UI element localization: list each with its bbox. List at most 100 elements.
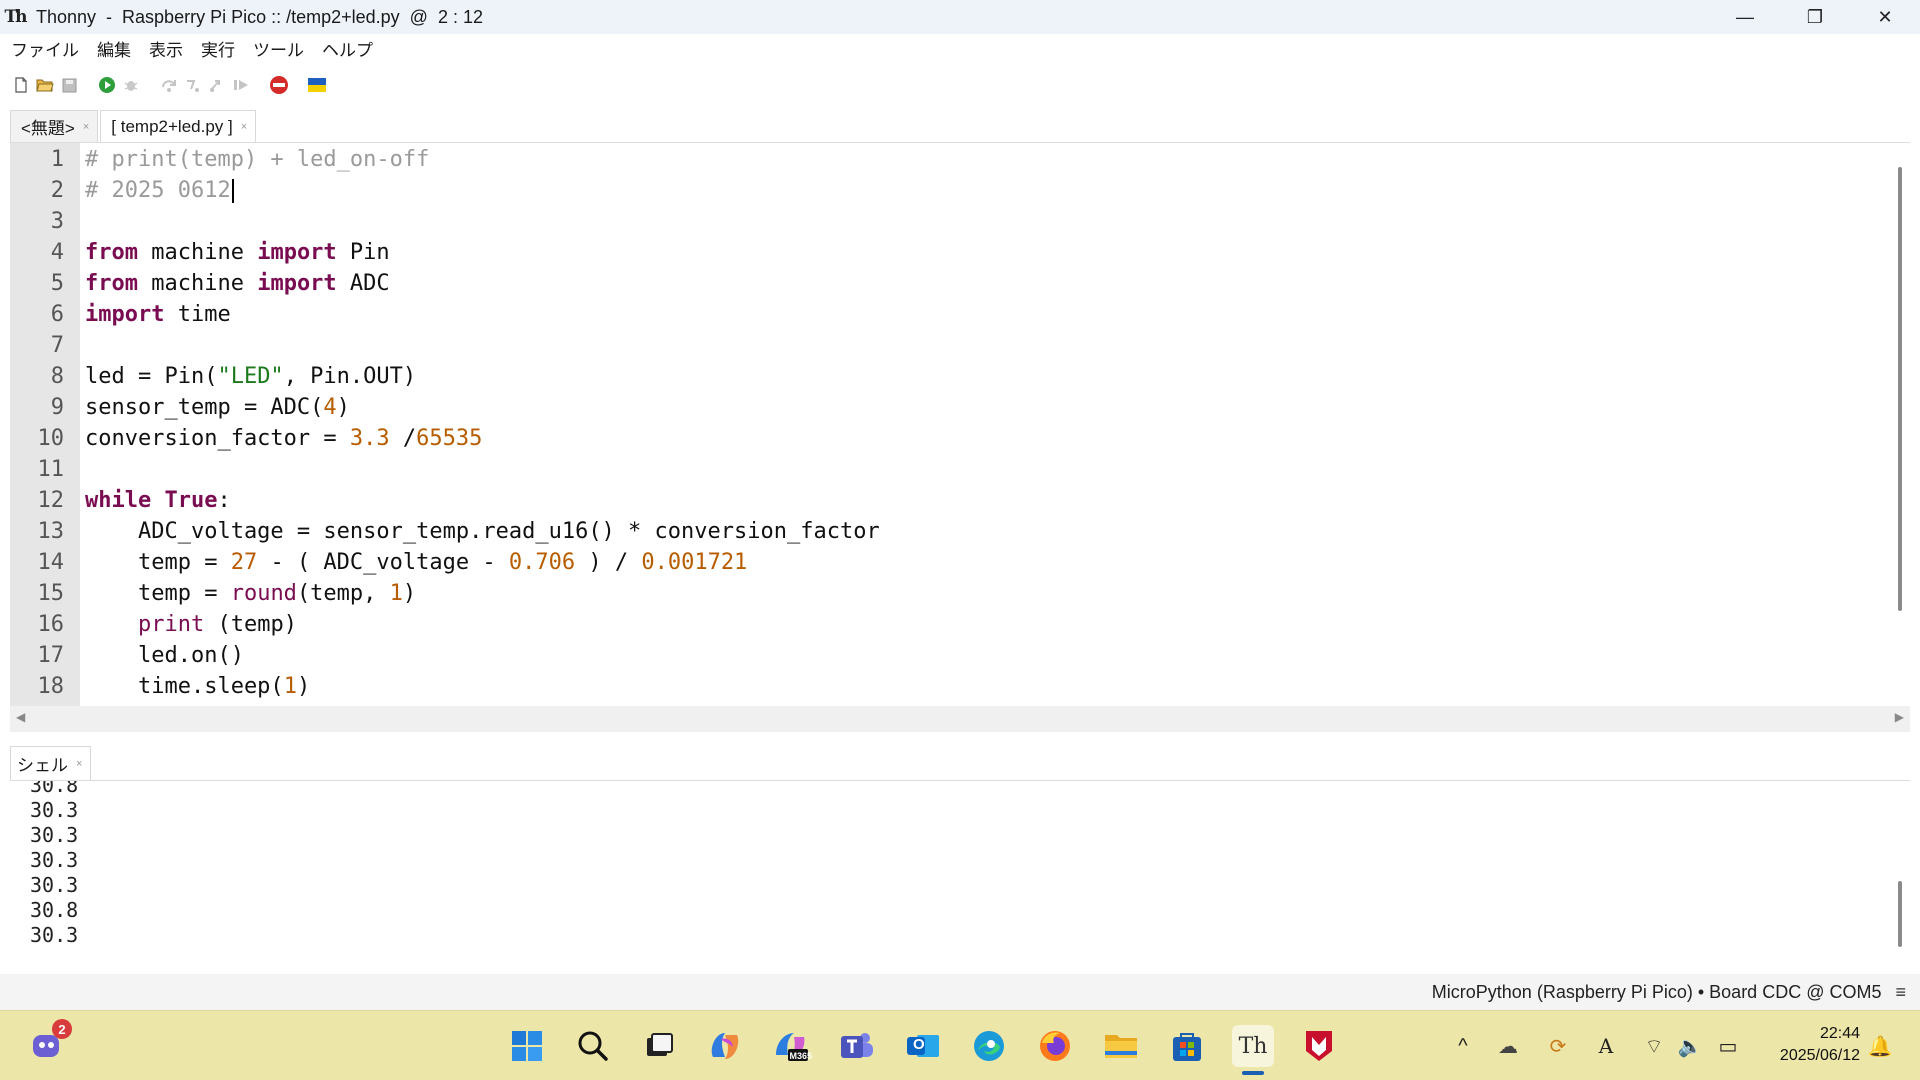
wifi-icon[interactable]: ⌔	[1640, 1031, 1668, 1061]
system-clock[interactable]: 22:44 2025/06/12	[1780, 1023, 1860, 1067]
scrollbar-thumb[interactable]	[1898, 167, 1902, 611]
code-token: 0.001721	[641, 550, 748, 575]
microsoft-store-icon[interactable]	[1166, 1025, 1208, 1067]
code-line[interactable]: print (temp)	[85, 609, 297, 640]
editor-horizontal-scrollbar[interactable]: ◀ ▶	[10, 706, 1910, 732]
teams-chat-icon[interactable]: 2	[26, 1019, 72, 1067]
menu-tools[interactable]: ツール	[246, 36, 311, 61]
open-folder-icon[interactable]	[34, 74, 56, 96]
volume-icon[interactable]: 🔈	[1676, 1031, 1704, 1061]
shell-scrollbar-thumb[interactable]	[1898, 881, 1902, 947]
line-number: 10	[37, 426, 65, 451]
code-token: sensor_temp = ADC(	[85, 395, 324, 420]
editor-vertical-scrollbar[interactable]	[1890, 143, 1910, 707]
edge-icon[interactable]	[968, 1025, 1010, 1067]
code-editor[interactable]: 1 2 3 4 5 6 7 8 9 10 11 12 13 14 15 16 17 18 # print(temp…	[10, 142, 1910, 707]
menu-edit[interactable]: 編集	[90, 36, 138, 61]
run-icon[interactable]	[96, 74, 118, 96]
outlook-icon[interactable]: O	[902, 1025, 944, 1067]
close-button[interactable]: ✕	[1850, 0, 1920, 34]
teams-icon[interactable]	[836, 1025, 878, 1067]
menu-file[interactable]: ファイル	[4, 36, 86, 61]
code-token: led.on()	[85, 643, 244, 668]
m365-icon[interactable]: M365	[770, 1025, 812, 1067]
onedrive-icon[interactable]: ☁	[1494, 1031, 1522, 1061]
menu-run[interactable]: 実行	[194, 36, 242, 61]
tab-untitled[interactable]: <無題> ×	[10, 110, 99, 142]
code-line[interactable]: ADC_voltage = sensor_temp.read_u16() * c…	[85, 516, 880, 547]
file-explorer-icon[interactable]	[1100, 1025, 1142, 1067]
code-token: led = Pin(	[85, 364, 218, 389]
task-view-icon[interactable]	[638, 1025, 680, 1067]
step-into-icon[interactable]	[182, 74, 204, 96]
code-line[interactable]: from machine import ADC	[85, 268, 390, 299]
thonny-app-icon: Th	[4, 7, 27, 27]
code-line[interactable]: # print(temp) + led_on-off	[85, 144, 429, 175]
step-out-icon[interactable]	[206, 74, 228, 96]
shell-output-line: 30.3	[30, 923, 79, 947]
menu-help[interactable]: ヘルプ	[315, 36, 380, 61]
tab-close-icon[interactable]: ×	[241, 121, 247, 133]
tab-close-icon[interactable]: ×	[83, 121, 89, 133]
battery-icon[interactable]: ▭	[1714, 1031, 1742, 1061]
code-line[interactable]: temp = round(temp, 1)	[85, 578, 416, 609]
code-line[interactable]: conversion_factor = 3.3 /65535	[85, 423, 482, 454]
tab-label: <無題>	[21, 119, 75, 138]
stop-icon[interactable]	[268, 74, 290, 96]
code-token: # print(temp) + led_on-off	[85, 147, 430, 172]
tab-close-icon[interactable]: ×	[76, 758, 82, 770]
scroll-left-icon[interactable]: ◀	[16, 710, 25, 724]
ukraine-flag-icon[interactable]	[306, 74, 328, 96]
menu-view[interactable]: 表示	[142, 36, 190, 61]
line-number: 13	[37, 519, 65, 544]
copilot-icon[interactable]	[704, 1025, 746, 1067]
shell-output[interactable]: 30.8 30.3 30.3 30.3 30.3 30.8 30.3	[10, 780, 1910, 974]
line-number: 7	[50, 333, 64, 358]
windows-start-icon[interactable]	[506, 1025, 548, 1067]
step-over-icon[interactable]	[158, 74, 180, 96]
code-token: 1	[283, 674, 297, 699]
thonny-icon[interactable]: Th	[1232, 1025, 1274, 1075]
code-line[interactable]: led = Pin("LED", Pin.OUT)	[85, 361, 416, 392]
debug-icon[interactable]	[120, 74, 142, 96]
line-number: 18	[37, 674, 65, 699]
shell-output-line: 30.3	[30, 823, 79, 847]
line-number: 12	[37, 488, 65, 513]
mcafee-icon[interactable]	[1298, 1025, 1340, 1067]
ime-indicator-icon[interactable]: A	[1594, 1031, 1618, 1061]
code-line[interactable]: while True:	[85, 485, 231, 516]
code-line[interactable]: led.on()	[85, 640, 244, 671]
code-line[interactable]: import time	[85, 299, 231, 330]
clock-date: 2025/06/12	[1779, 1047, 1860, 1064]
notification-icon[interactable]: 🔔	[1866, 1031, 1894, 1061]
new-file-icon[interactable]	[10, 74, 32, 96]
sync-icon[interactable]: ⟳	[1544, 1031, 1572, 1061]
line-number: 15	[37, 581, 65, 606]
code-line[interactable]: time.sleep(1)	[85, 671, 310, 702]
code-token: time.sleep(	[85, 674, 284, 699]
show-hidden-icons[interactable]: ^	[1452, 1031, 1474, 1061]
hamburger-menu-icon[interactable]: ≡	[1895, 982, 1906, 1003]
code-line[interactable]: sensor_temp = ADC(4)	[85, 392, 350, 423]
code-line[interactable]: temp = 27 - ( ADC_voltage - 0.706 ) / 0.…	[85, 547, 747, 578]
code-token: ) /	[575, 550, 642, 575]
line-number: 14	[37, 550, 65, 575]
code-line[interactable]: from machine import Pin	[85, 237, 390, 268]
save-icon[interactable]	[58, 74, 80, 96]
minimize-button[interactable]: —	[1710, 0, 1780, 34]
resume-icon[interactable]	[230, 74, 252, 96]
code-token: import	[257, 271, 337, 296]
firefox-icon[interactable]	[1034, 1025, 1076, 1067]
line-number: 9	[50, 395, 64, 420]
shell-output-line: 30.3	[30, 798, 79, 822]
interpreter-status[interactable]: MicroPython (Raspberry Pi Pico) • Board …	[1432, 982, 1882, 1003]
code-line[interactable]: # 2025 0612	[85, 175, 234, 206]
code-token: import	[257, 240, 337, 265]
window-title: Thonny - Raspberry Pi Pico :: /temp2+led…	[36, 6, 483, 27]
tab-shell[interactable]: シェル ×	[10, 746, 92, 780]
search-icon[interactable]	[572, 1025, 614, 1067]
restore-button[interactable]: ❐	[1780, 0, 1850, 34]
scroll-right-icon[interactable]: ▶	[1895, 710, 1904, 724]
tab-temp2-led[interactable]: [ temp2+led.py ] ×	[100, 110, 257, 142]
